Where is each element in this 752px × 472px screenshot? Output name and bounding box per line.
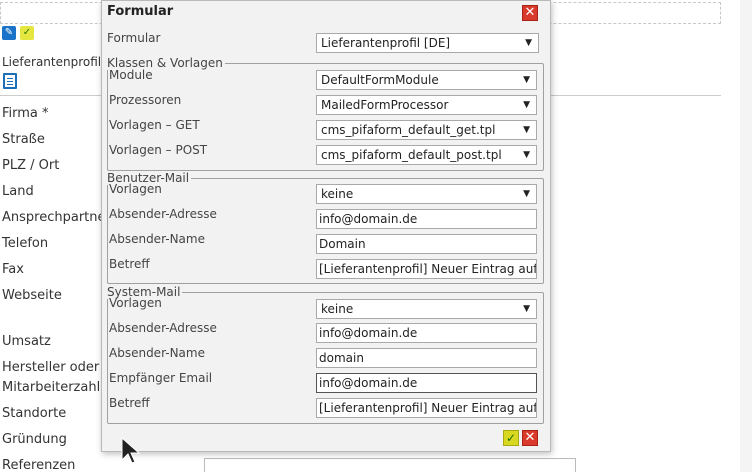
system-recipient-label: Empfänger Email xyxy=(109,371,213,385)
system-subject-input[interactable]: [Lieferantenprofil] Neuer Eintrag auf Di xyxy=(316,398,537,418)
field-label-telefon: Telefon xyxy=(2,236,49,251)
save-button[interactable]: ✓ xyxy=(503,430,519,446)
user-sender-name-label: Absender-Name xyxy=(109,232,205,246)
document-icon[interactable] xyxy=(3,73,17,89)
chevron-down-icon: ▼ xyxy=(523,100,530,110)
page: ✎ ✓ Lieferantenprofil Firma * Straße PLZ… xyxy=(0,0,752,472)
field-label-webseite: Webseite xyxy=(2,288,62,303)
user-sender-address-input[interactable]: info@domain.de xyxy=(316,209,537,229)
field-label-plz-ort: PLZ / Ort xyxy=(2,158,60,173)
form-dialog: Formular ✕ Formular Lieferantenprofil [D… xyxy=(101,0,551,452)
cancel-button[interactable]: ✕ xyxy=(522,430,538,446)
chevron-down-icon: ▼ xyxy=(525,38,532,48)
field-label-land: Land xyxy=(2,184,34,199)
system-subject-label: Betreff xyxy=(109,396,150,410)
template-post-label: Vorlagen – POST xyxy=(109,143,208,157)
mouse-cursor-icon xyxy=(121,436,141,464)
system-sender-name-input[interactable]: domain xyxy=(316,348,537,368)
field-label-standorte: Standorte xyxy=(2,406,67,421)
user-templates-label: Vorlagen xyxy=(109,182,162,196)
scrollbar[interactable] xyxy=(740,0,752,472)
chevron-down-icon: ▼ xyxy=(523,189,530,199)
user-subject-input[interactable]: [Lieferantenprofil] Neuer Eintrag auf Di xyxy=(316,259,537,279)
field-label-fax: Fax xyxy=(2,262,24,277)
system-sender-address-input[interactable]: info@domain.de xyxy=(316,323,537,343)
module-select[interactable]: DefaultFormModule ▼ xyxy=(316,70,537,90)
user-sender-address-label: Absender-Adresse xyxy=(109,207,217,221)
field-label-mitarbeiterzahl: Mitarbeiterzahl xyxy=(2,380,101,395)
system-sender-name-label: Absender-Name xyxy=(109,346,205,360)
edit-icon[interactable]: ✎ xyxy=(2,26,16,40)
system-templates-label: Vorlagen xyxy=(109,296,162,310)
section-title: Lieferantenprofil xyxy=(2,55,102,69)
close-button[interactable]: ✕ xyxy=(522,5,538,21)
template-get-label: Vorlagen – GET xyxy=(109,118,200,132)
user-templates-select[interactable]: keine ▼ xyxy=(316,184,537,204)
field-label-gruendung: Gründung xyxy=(2,432,67,447)
template-post-select[interactable]: cms_pifaform_default_post.tpl ▼ xyxy=(316,145,537,165)
field-label-ansprechpartner: Ansprechpartner xyxy=(2,210,111,225)
field-label-hersteller: Hersteller oder Händler xyxy=(2,360,112,375)
close-icon: ✕ xyxy=(524,5,536,20)
checkmark-icon: ✓ xyxy=(505,431,517,445)
system-templates-select[interactable]: keine ▼ xyxy=(316,299,537,319)
referenzen-input[interactable] xyxy=(204,458,576,472)
user-sender-name-input[interactable]: Domain xyxy=(316,234,537,254)
chevron-down-icon: ▼ xyxy=(523,150,530,160)
template-get-select[interactable]: cms_pifaform_default_get.tpl ▼ xyxy=(316,120,537,140)
chevron-down-icon: ▼ xyxy=(523,75,530,85)
dialog-title: Formular xyxy=(107,4,174,19)
checkmark-icon[interactable]: ✓ xyxy=(20,26,34,40)
module-label: Module xyxy=(109,68,153,82)
field-label-firma: Firma * xyxy=(2,106,49,121)
user-subject-label: Betreff xyxy=(109,257,150,271)
field-label-umsatz: Umsatz xyxy=(2,334,51,349)
system-sender-address-label: Absender-Adresse xyxy=(109,321,217,335)
form-select[interactable]: Lieferantenprofil [DE] ▼ xyxy=(316,33,539,53)
chevron-down-icon: ▼ xyxy=(523,304,530,314)
processors-select[interactable]: MailedFormProcessor ▼ xyxy=(316,95,537,115)
form-label: Formular xyxy=(107,31,161,45)
system-recipient-input[interactable]: info@domain.de xyxy=(316,373,537,393)
field-label-referenzen: Referenzen xyxy=(2,458,76,472)
field-label-strasse: Straße xyxy=(2,132,45,147)
chevron-down-icon: ▼ xyxy=(523,125,530,135)
processors-label: Prozessoren xyxy=(109,93,182,107)
close-icon: ✕ xyxy=(524,430,536,445)
